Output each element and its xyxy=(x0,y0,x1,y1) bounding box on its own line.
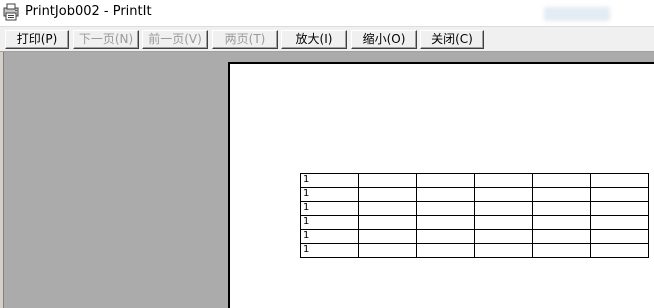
table-cell xyxy=(474,187,533,202)
table-cell: 1 xyxy=(300,229,359,244)
table-row: 1 xyxy=(300,201,649,216)
table-cell xyxy=(358,215,417,230)
table-cell xyxy=(416,243,475,258)
table-cell xyxy=(590,201,649,216)
table-cell xyxy=(532,173,591,188)
table-cell xyxy=(358,187,417,202)
table-cell xyxy=(474,229,533,244)
table-cell: 1 xyxy=(300,215,359,230)
two-pages-button[interactable]: 两页(T) xyxy=(212,30,278,49)
table-cell xyxy=(590,187,649,202)
table-cell xyxy=(358,201,417,216)
window-controls[interactable] xyxy=(544,7,610,21)
table-cell xyxy=(532,229,591,244)
preview-page: 111111 xyxy=(228,62,654,308)
next-page-button[interactable]: 下一页(N) xyxy=(73,30,139,49)
previous-page-button[interactable]: 前一页(V) xyxy=(142,30,208,49)
table-cell xyxy=(590,215,649,230)
table-cell xyxy=(532,243,591,258)
preview-table: 111111 xyxy=(300,173,649,258)
close-button[interactable]: 关闭(C) xyxy=(420,30,484,49)
toolbar: 打印(P) 下一页(N) 前一页(V) 两页(T) 放大(I) 缩小(O) 关闭… xyxy=(0,26,654,52)
table-cell: 1 xyxy=(300,201,359,216)
table-cell xyxy=(416,187,475,202)
table-cell: 1 xyxy=(300,173,359,188)
zoom-in-button[interactable]: 放大(I) xyxy=(281,30,347,49)
table-cell xyxy=(590,173,649,188)
table-row: 1 xyxy=(300,229,649,244)
table-cell xyxy=(416,173,475,188)
table-cell xyxy=(532,201,591,216)
table-cell xyxy=(358,243,417,258)
table-cell xyxy=(590,243,649,258)
table-row: 1 xyxy=(300,187,649,202)
table-cell xyxy=(532,187,591,202)
print-preview-window: PrintJob002 - PrintIt 打印(P) 下一页(N) 前一页(V… xyxy=(0,0,654,308)
title-bar[interactable]: PrintJob002 - PrintIt xyxy=(0,0,654,26)
table-row: 1 xyxy=(300,243,649,258)
table-row: 1 xyxy=(300,215,649,230)
table-cell xyxy=(416,201,475,216)
zoom-out-button[interactable]: 缩小(O) xyxy=(351,30,417,49)
table-cell xyxy=(416,215,475,230)
table-cell xyxy=(358,173,417,188)
table-cell xyxy=(416,229,475,244)
table-cell xyxy=(474,243,533,258)
table-row: 1 xyxy=(300,173,649,188)
table-cell: 1 xyxy=(300,187,359,202)
table-cell xyxy=(590,229,649,244)
preview-frame-edge xyxy=(0,52,4,308)
table-cell xyxy=(532,215,591,230)
printer-document-icon[interactable] xyxy=(3,3,19,21)
table-cell xyxy=(474,173,533,188)
table-cell xyxy=(474,215,533,230)
print-button[interactable]: 打印(P) xyxy=(5,30,69,49)
table-cell xyxy=(358,229,417,244)
preview-area[interactable]: 111111 xyxy=(0,52,654,308)
window-title: PrintJob002 - PrintIt xyxy=(25,4,152,19)
table-cell xyxy=(474,201,533,216)
table-cell: 1 xyxy=(300,243,359,258)
